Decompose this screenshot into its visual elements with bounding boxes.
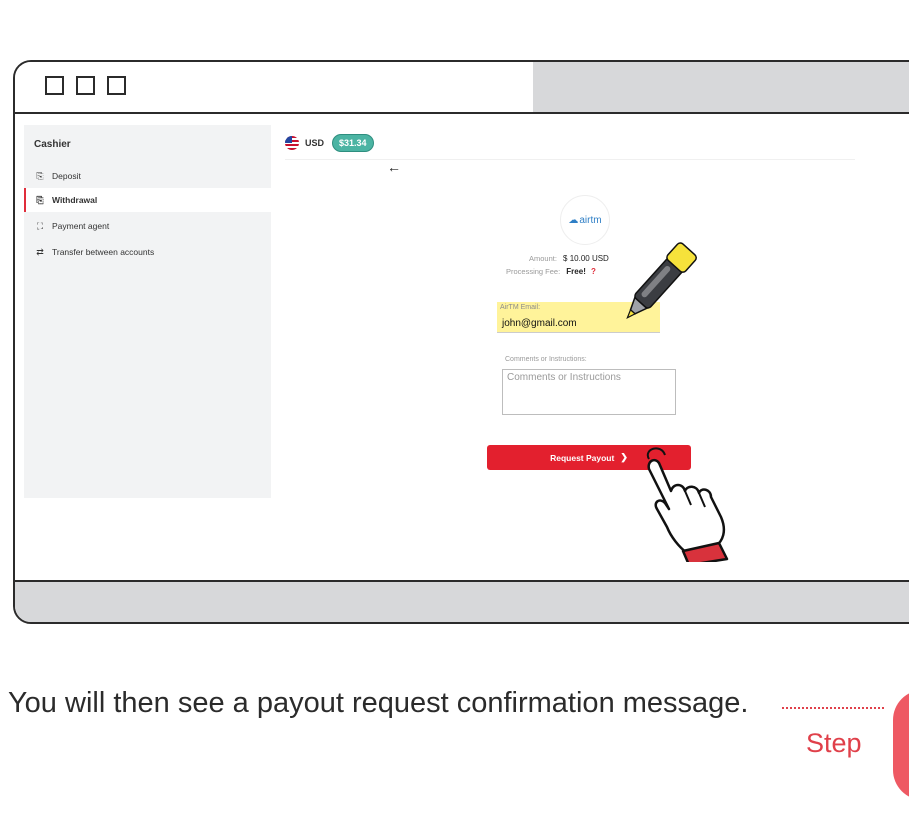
sidebar-item-label: Deposit [52,171,81,181]
address-bar-area [533,62,909,112]
chevron-right-icon: ❯ [620,452,628,462]
comments-textarea[interactable] [502,369,676,415]
highlighter-marker-icon [626,242,697,320]
header-divider [285,159,855,160]
sidebar-item-withdrawal[interactable]: ⎘ Withdrawal [24,188,271,212]
comments-label: Comments or Instructions: [505,356,587,363]
step-connector [782,707,884,709]
browser-window: Cashier ⎘ Deposit ⎘ Withdrawal ⛶ Payment… [13,60,909,624]
amount-label: Amount: [529,254,557,263]
payment-agent-icon: ⛶ [36,220,44,231]
cashier-sidebar: Cashier ⎘ Deposit ⎘ Withdrawal ⛶ Payment… [24,125,271,498]
currency-code: USD [305,138,325,148]
window-control-1[interactable] [45,76,64,95]
us-flag-icon [285,136,299,150]
window-footer [15,580,909,622]
sidebar-item-label: Withdrawal [52,195,98,205]
balance-badge: $31.34 [332,134,374,152]
email-value: john@gmail.com [502,318,577,329]
fee-row: Processing Fee: Free! ? [506,267,596,276]
sidebar-item-transfer[interactable]: ⇄ Transfer between accounts [24,240,271,264]
airtm-logo: ☁ airtm [560,195,610,245]
amount-row: Amount: $ 10.00 USD [529,254,609,263]
airtm-logo-text: airtm [579,214,602,226]
fee-label: Processing Fee: [506,267,561,276]
deposit-icon: ⎘ [36,170,44,181]
fee-value: Free! [566,267,586,276]
sidebar-title: Cashier [34,139,71,150]
window-control-2[interactable] [76,76,95,95]
amount-value: $ 10.00 USD [563,254,609,263]
pointing-hand-icon [646,447,729,562]
request-payout-label: Request Payout [550,452,615,463]
step-label: Step [806,728,862,758]
step-badge [893,690,909,800]
withdrawal-icon: ⎘ [36,194,44,205]
cloud-icon: ☁ [568,214,579,226]
sidebar-item-deposit[interactable]: ⎘ Deposit [24,164,271,188]
back-arrow-icon[interactable]: ← [387,159,401,175]
fee-help-icon[interactable]: ? [591,267,596,276]
window-control-3[interactable] [107,76,126,95]
window-titlebar [15,62,909,114]
transfer-icon: ⇄ [36,246,44,257]
sidebar-item-payment-agent[interactable]: ⛶ Payment agent [24,214,271,238]
email-label: AirTM Email: [500,304,541,311]
instruction-caption: You will then see a payout request confi… [8,687,749,719]
sidebar-item-label: Payment agent [52,221,110,231]
account-currency[interactable]: USD $31.34 [285,134,374,152]
sidebar-item-label: Transfer between accounts [52,247,155,257]
